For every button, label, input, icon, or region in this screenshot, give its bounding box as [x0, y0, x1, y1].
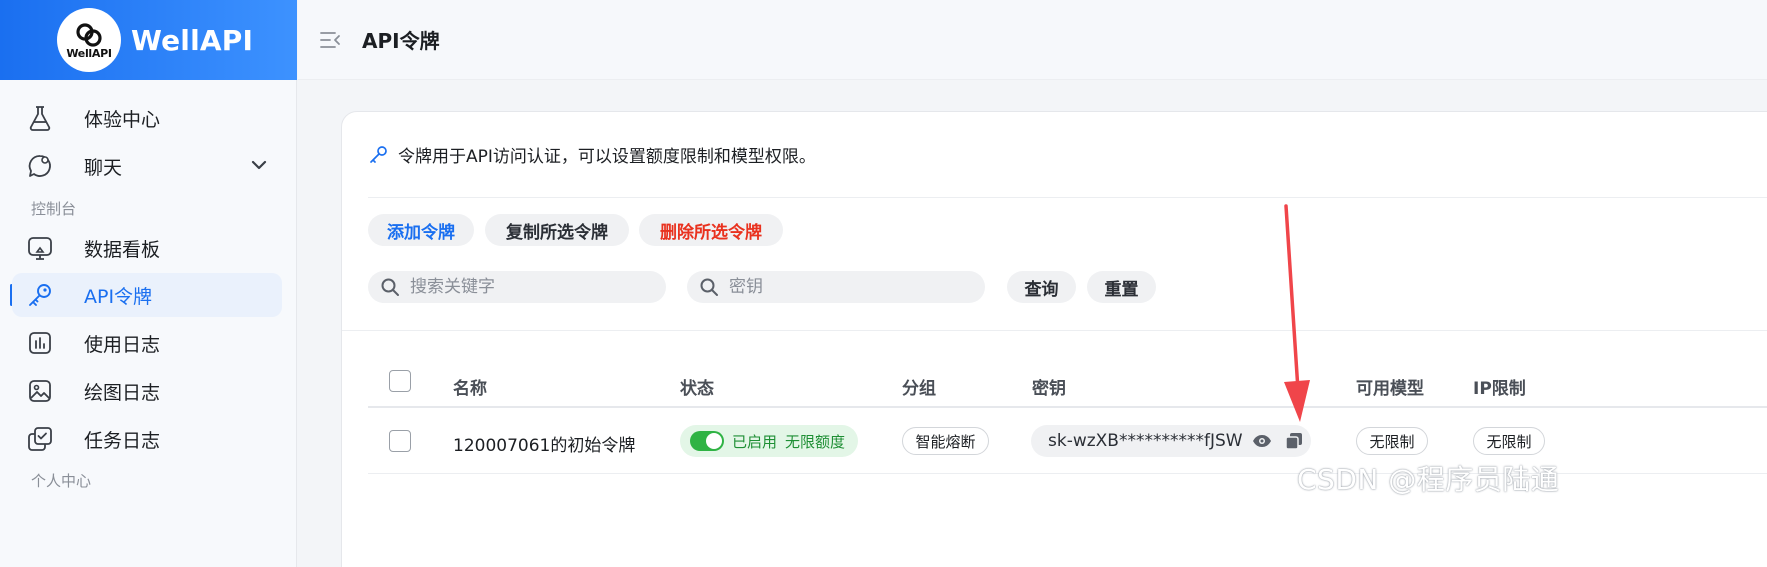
- sidebar-item-drawing-log[interactable]: 绘图日志: [12, 369, 282, 413]
- copy-selected-button[interactable]: 复制所选令牌: [485, 214, 629, 246]
- sidebar-item-api-tokens[interactable]: API令牌: [12, 273, 282, 317]
- log-icon: [26, 329, 54, 357]
- sidebar-section-console: 控制台: [31, 200, 77, 218]
- sidebar-item-label: 数据看板: [84, 238, 161, 261]
- key-icon: [26, 281, 54, 309]
- tokens-card: 令牌用于API访问认证，可以设置额度限制和模型权限。 添加令牌 复制所选令牌 删…: [341, 111, 1767, 567]
- column-header-group[interactable]: 分组: [902, 374, 936, 399]
- delete-selected-button[interactable]: 删除所选令牌: [639, 214, 783, 246]
- image-icon: [26, 377, 54, 405]
- key-search-input[interactable]: [729, 277, 949, 297]
- sidebar-item-label: 绘图日志: [84, 381, 161, 404]
- divider: [368, 197, 1767, 198]
- info-banner: 令牌用于API访问认证，可以设置额度限制和模型权限。: [368, 142, 816, 167]
- sidebar-item-dashboard[interactable]: 数据看板: [12, 226, 282, 270]
- column-header-key[interactable]: 密钥: [1032, 374, 1066, 399]
- top-header: API令牌: [298, 0, 1767, 80]
- divider: [342, 330, 1767, 331]
- brand-logo-text: WellAPI: [66, 46, 112, 60]
- column-header-models[interactable]: 可用模型: [1356, 374, 1424, 399]
- reset-button[interactable]: 重置: [1087, 271, 1156, 303]
- sidebar-section-personal: 个人中心: [31, 472, 92, 490]
- info-text: 令牌用于API访问认证，可以设置额度限制和模型权限。: [398, 147, 816, 167]
- query-button[interactable]: 查询: [1007, 271, 1076, 303]
- column-header-status[interactable]: 状态: [680, 374, 714, 399]
- watermark: CSDN @程序员陆通: [1297, 463, 1560, 496]
- column-header-name[interactable]: 名称: [453, 374, 487, 399]
- brand-header[interactable]: WellAPI WellAPI: [0, 0, 297, 80]
- select-all-checkbox[interactable]: [389, 370, 411, 392]
- sidebar-item-label: 体验中心: [84, 108, 161, 131]
- sidebar-item-playground[interactable]: 体验中心: [12, 96, 282, 140]
- page-title: API令牌: [362, 29, 440, 53]
- sidebar-item-usage-log[interactable]: 使用日志: [12, 321, 282, 365]
- key-value: sk-wzXB**********fJSW: [1048, 431, 1243, 451]
- collapse-menu-icon[interactable]: [318, 28, 342, 52]
- chevron-down-icon[interactable]: [250, 156, 268, 179]
- sidebar: WellAPI WellAPI 体验中心 聊天 控制台 数据看板 API令牌 使…: [0, 0, 297, 567]
- column-header-ip[interactable]: IP限制: [1473, 374, 1526, 399]
- key-icon: [368, 145, 388, 165]
- sidebar-item-task-log[interactable]: 任务日志: [12, 417, 282, 461]
- sidebar-item-chat[interactable]: 聊天: [12, 144, 282, 188]
- copy-icon[interactable]: [1284, 432, 1304, 450]
- flask-icon: [26, 104, 54, 132]
- token-name: 120007061的初始令牌: [453, 436, 636, 456]
- dashboard-icon: [26, 234, 54, 262]
- table-header-divider: [368, 406, 1767, 408]
- sidebar-item-label: API令牌: [84, 285, 153, 308]
- task-icon: [26, 425, 54, 453]
- search-icon: [700, 278, 718, 296]
- keyword-search-input[interactable]: [410, 277, 630, 297]
- annotation-arrow-icon: [1284, 204, 1310, 422]
- group-tag: 智能熔断: [902, 427, 989, 455]
- sidebar-item-label: 聊天: [84, 156, 123, 179]
- sidebar-item-label: 任务日志: [84, 429, 161, 452]
- search-icon: [381, 278, 399, 296]
- add-token-button[interactable]: 添加令牌: [368, 214, 474, 246]
- enable-toggle[interactable]: [690, 431, 724, 451]
- ip-limit-tag: 无限制: [1473, 427, 1545, 455]
- link-logo-icon: [76, 22, 102, 47]
- row-checkbox[interactable]: [389, 430, 411, 452]
- key-search[interactable]: [687, 271, 985, 303]
- keyword-search[interactable]: [368, 271, 666, 303]
- models-tag: 无限制: [1356, 427, 1428, 455]
- quota-text: 无限额度: [785, 432, 846, 451]
- brand-name: WellAPI: [131, 23, 254, 57]
- key-field: sk-wzXB**********fJSW: [1031, 425, 1311, 457]
- brand-logo: WellAPI: [57, 8, 121, 72]
- status-badge: 已启用 无限额度: [680, 425, 858, 457]
- status-text: 已启用: [732, 432, 778, 451]
- eye-icon[interactable]: [1252, 432, 1272, 450]
- sidebar-item-label: 使用日志: [84, 333, 161, 356]
- chat-icon: [26, 152, 54, 180]
